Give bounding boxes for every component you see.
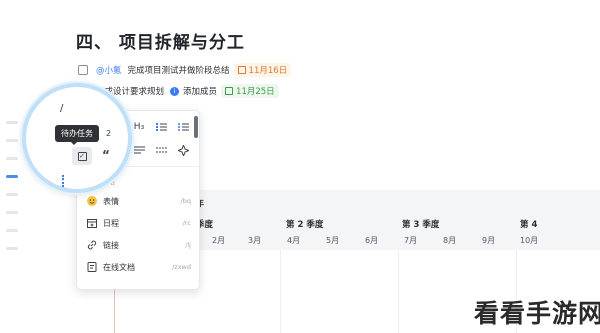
menu-item-shortcut: /lj — [185, 241, 191, 249]
gantt-quarter: 第 4 — [520, 220, 538, 230]
emoji-icon — [87, 196, 97, 206]
sparkle-icon — [177, 144, 189, 156]
checkbox-icon: ✓ — [77, 151, 87, 161]
slash-trigger: / — [60, 103, 64, 114]
rail-mark-active[interactable] — [6, 175, 18, 178]
cursor-guide — [62, 175, 66, 187]
due-date-text: 11月25日 — [236, 87, 275, 97]
ordered-list-icon — [155, 123, 167, 131]
ordered-list-button[interactable] — [153, 119, 169, 135]
align-icon — [133, 146, 145, 154]
due-date-text: 11月16日 — [248, 66, 288, 76]
add-member-link[interactable]: 添加成员 — [183, 85, 217, 97]
task-text: 完成项目测试并做阶段总结 — [127, 66, 230, 76]
gantt-month: 2月 — [212, 236, 226, 245]
gantt-gridline — [398, 250, 399, 333]
divider-icon — [155, 147, 167, 153]
gantt-month: 10月 — [520, 236, 539, 245]
tooltip-arrow — [70, 141, 78, 145]
rail-mark — [6, 247, 18, 250]
menu-item-label: 在线文档 — [103, 262, 135, 272]
more-blocks-button[interactable] — [175, 142, 191, 158]
heading2-button[interactable]: 2 — [106, 129, 111, 138]
calendar-plus-icon — [87, 218, 97, 228]
task-checkbox[interactable] — [78, 65, 88, 75]
gantt-month: 9月 — [482, 236, 496, 245]
menu-item-shortcut: /bq — [180, 197, 191, 205]
rail-mark — [6, 193, 18, 196]
gantt-month: 3月 — [248, 236, 262, 245]
rail-mark — [6, 157, 18, 160]
task-row[interactable]: @小氪 完成项目测试并做阶段总结 11月16日 — [78, 61, 292, 79]
rail-mark — [6, 229, 18, 232]
member-icon: i — [170, 86, 180, 96]
gantt-month: 4月 — [287, 236, 301, 245]
task-row[interactable]: 完成设计要求规划 i 添加成员 11月25日 — [96, 82, 279, 100]
heading3-button[interactable]: H₃ — [131, 119, 147, 135]
bullet-list-button[interactable] — [175, 119, 191, 135]
gantt-month: 8月 — [443, 236, 457, 245]
doc-icon — [87, 262, 97, 272]
align-button[interactable] — [131, 142, 147, 158]
menu-item-shortcut: /rc — [182, 219, 191, 227]
todo-task-button[interactable]: ✓ — [72, 147, 92, 165]
bullet-list-icon — [177, 123, 189, 131]
menu-item-emoji[interactable]: 表情 /bq — [77, 191, 199, 211]
magnifier-lens: / 2 待办任务 ✓ “ — [22, 83, 132, 193]
gantt-quarter: 第 3 季度 — [402, 220, 440, 230]
rail-mark — [6, 211, 18, 214]
link-icon — [87, 240, 97, 250]
menu-item-schedule[interactable]: 日程 /rc — [77, 213, 199, 233]
todo-tooltip: 待办任务 — [55, 125, 99, 142]
menu-item-shortcut: /zxwd — [172, 263, 191, 271]
gantt-month: 5月 — [326, 236, 340, 245]
mention[interactable]: @小氪 — [96, 64, 122, 76]
menu-scrollbar[interactable] — [194, 116, 198, 138]
due-date-badge[interactable]: 11月25日 — [221, 84, 279, 98]
gantt-month: 6月 — [365, 236, 379, 245]
gantt-quarter: 第 2 季度 — [286, 220, 324, 230]
quote-button[interactable]: “ — [102, 148, 110, 162]
divider-button[interactable] — [153, 142, 169, 158]
calendar-icon — [237, 66, 246, 74]
menu-item-label: 日程 — [103, 218, 119, 228]
calendar-icon — [225, 87, 234, 95]
menu-item-label: 表情 — [103, 196, 119, 206]
gantt-gridline — [280, 250, 281, 333]
watermark: 看看手游网 — [474, 299, 600, 328]
section-heading: 四、 项目拆解与分工 — [76, 33, 245, 53]
rail-mark — [6, 139, 18, 142]
menu-item-online-doc[interactable]: 在线文档 /zxwd — [77, 257, 199, 277]
menu-item-label: 链接 — [103, 240, 119, 250]
due-date-badge[interactable]: 11月16日 — [233, 63, 292, 77]
menu-item-link[interactable]: 链接 /lj — [77, 235, 199, 255]
rail-mark — [6, 121, 18, 124]
gantt-month: 7月 — [404, 236, 418, 245]
